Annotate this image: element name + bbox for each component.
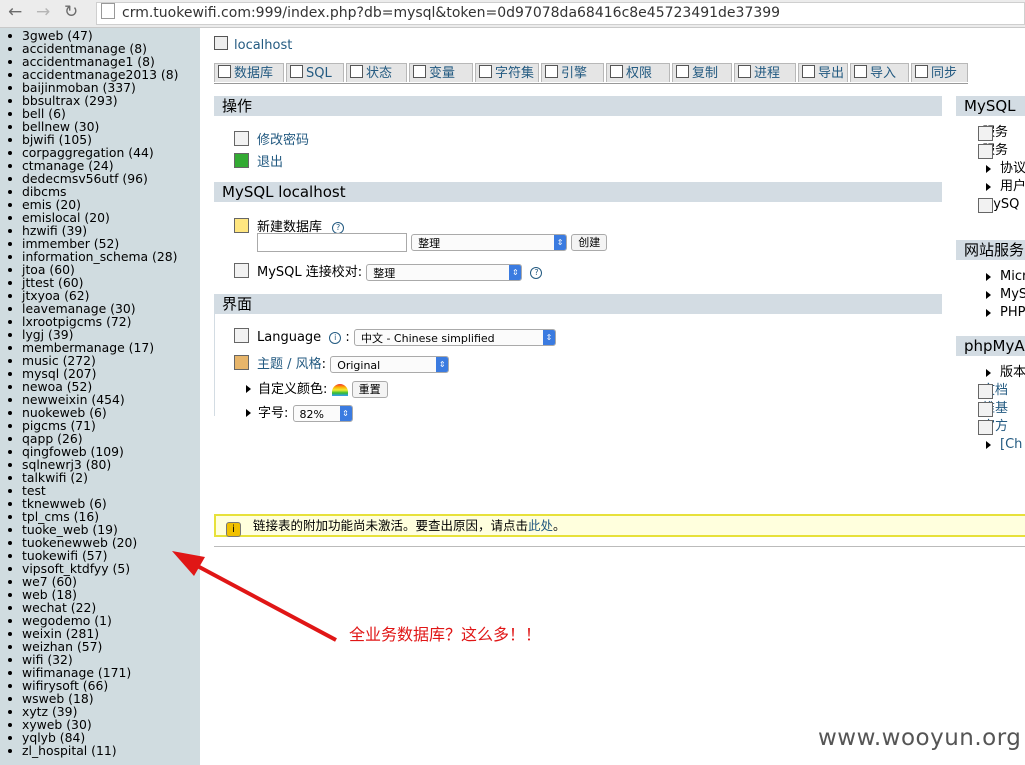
annotation-arrow-icon [172, 551, 337, 642]
watermark: www.wooyun.org [818, 725, 1022, 751]
annotation-text: 全业务数据库？这么多！！ [349, 625, 542, 644]
